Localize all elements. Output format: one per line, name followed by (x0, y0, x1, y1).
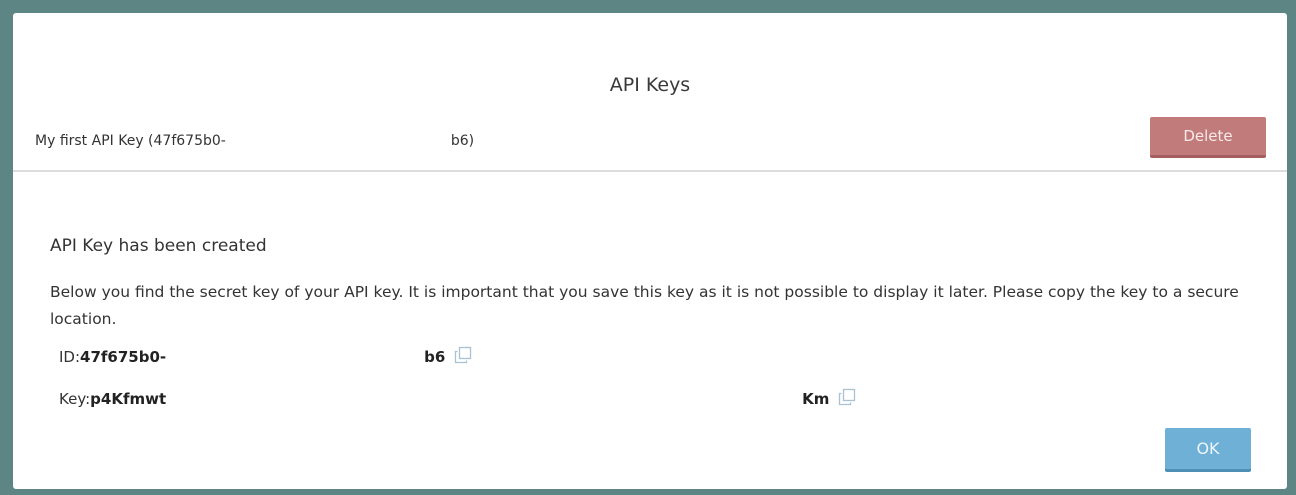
api-key-id-row: ID:47f675b0- b6 (59, 345, 473, 367)
api-key-name: My first API Key (47f675b0- b6) (35, 131, 474, 151)
id-value-prefix: 47f675b0- (80, 348, 167, 366)
key-value-prefix: p4Kfmwt (90, 390, 167, 408)
api-key-name-suffix: b6) (450, 133, 475, 149)
created-description: Below you find the secret key of your AP… (50, 283, 1239, 328)
ok-button[interactable]: OK (1165, 428, 1251, 472)
id-value-suffix: b6 (424, 348, 446, 366)
api-keys-dialog: API Keys My first API Key (47f675b0- b6) … (13, 13, 1287, 489)
dialog-title: API Keys (609, 74, 691, 96)
copy-id-icon[interactable] (453, 345, 473, 365)
created-heading: API Key has been created (50, 236, 267, 256)
key-value-suffix: Km (802, 390, 830, 408)
delete-button[interactable]: Delete (1150, 117, 1266, 158)
api-key-row: My first API Key (47f675b0- b6) Delete (13, 113, 1287, 172)
key-label: Key: (59, 390, 91, 408)
id-label: ID: (59, 348, 81, 366)
api-key-name-prefix: My first API Key (47f675b0- (35, 133, 226, 149)
copy-icon (455, 346, 472, 364)
copy-icon (839, 388, 856, 406)
api-key-secret-row: Key:p4Kfmwt Km (59, 387, 857, 409)
copy-key-icon[interactable] (837, 387, 857, 407)
